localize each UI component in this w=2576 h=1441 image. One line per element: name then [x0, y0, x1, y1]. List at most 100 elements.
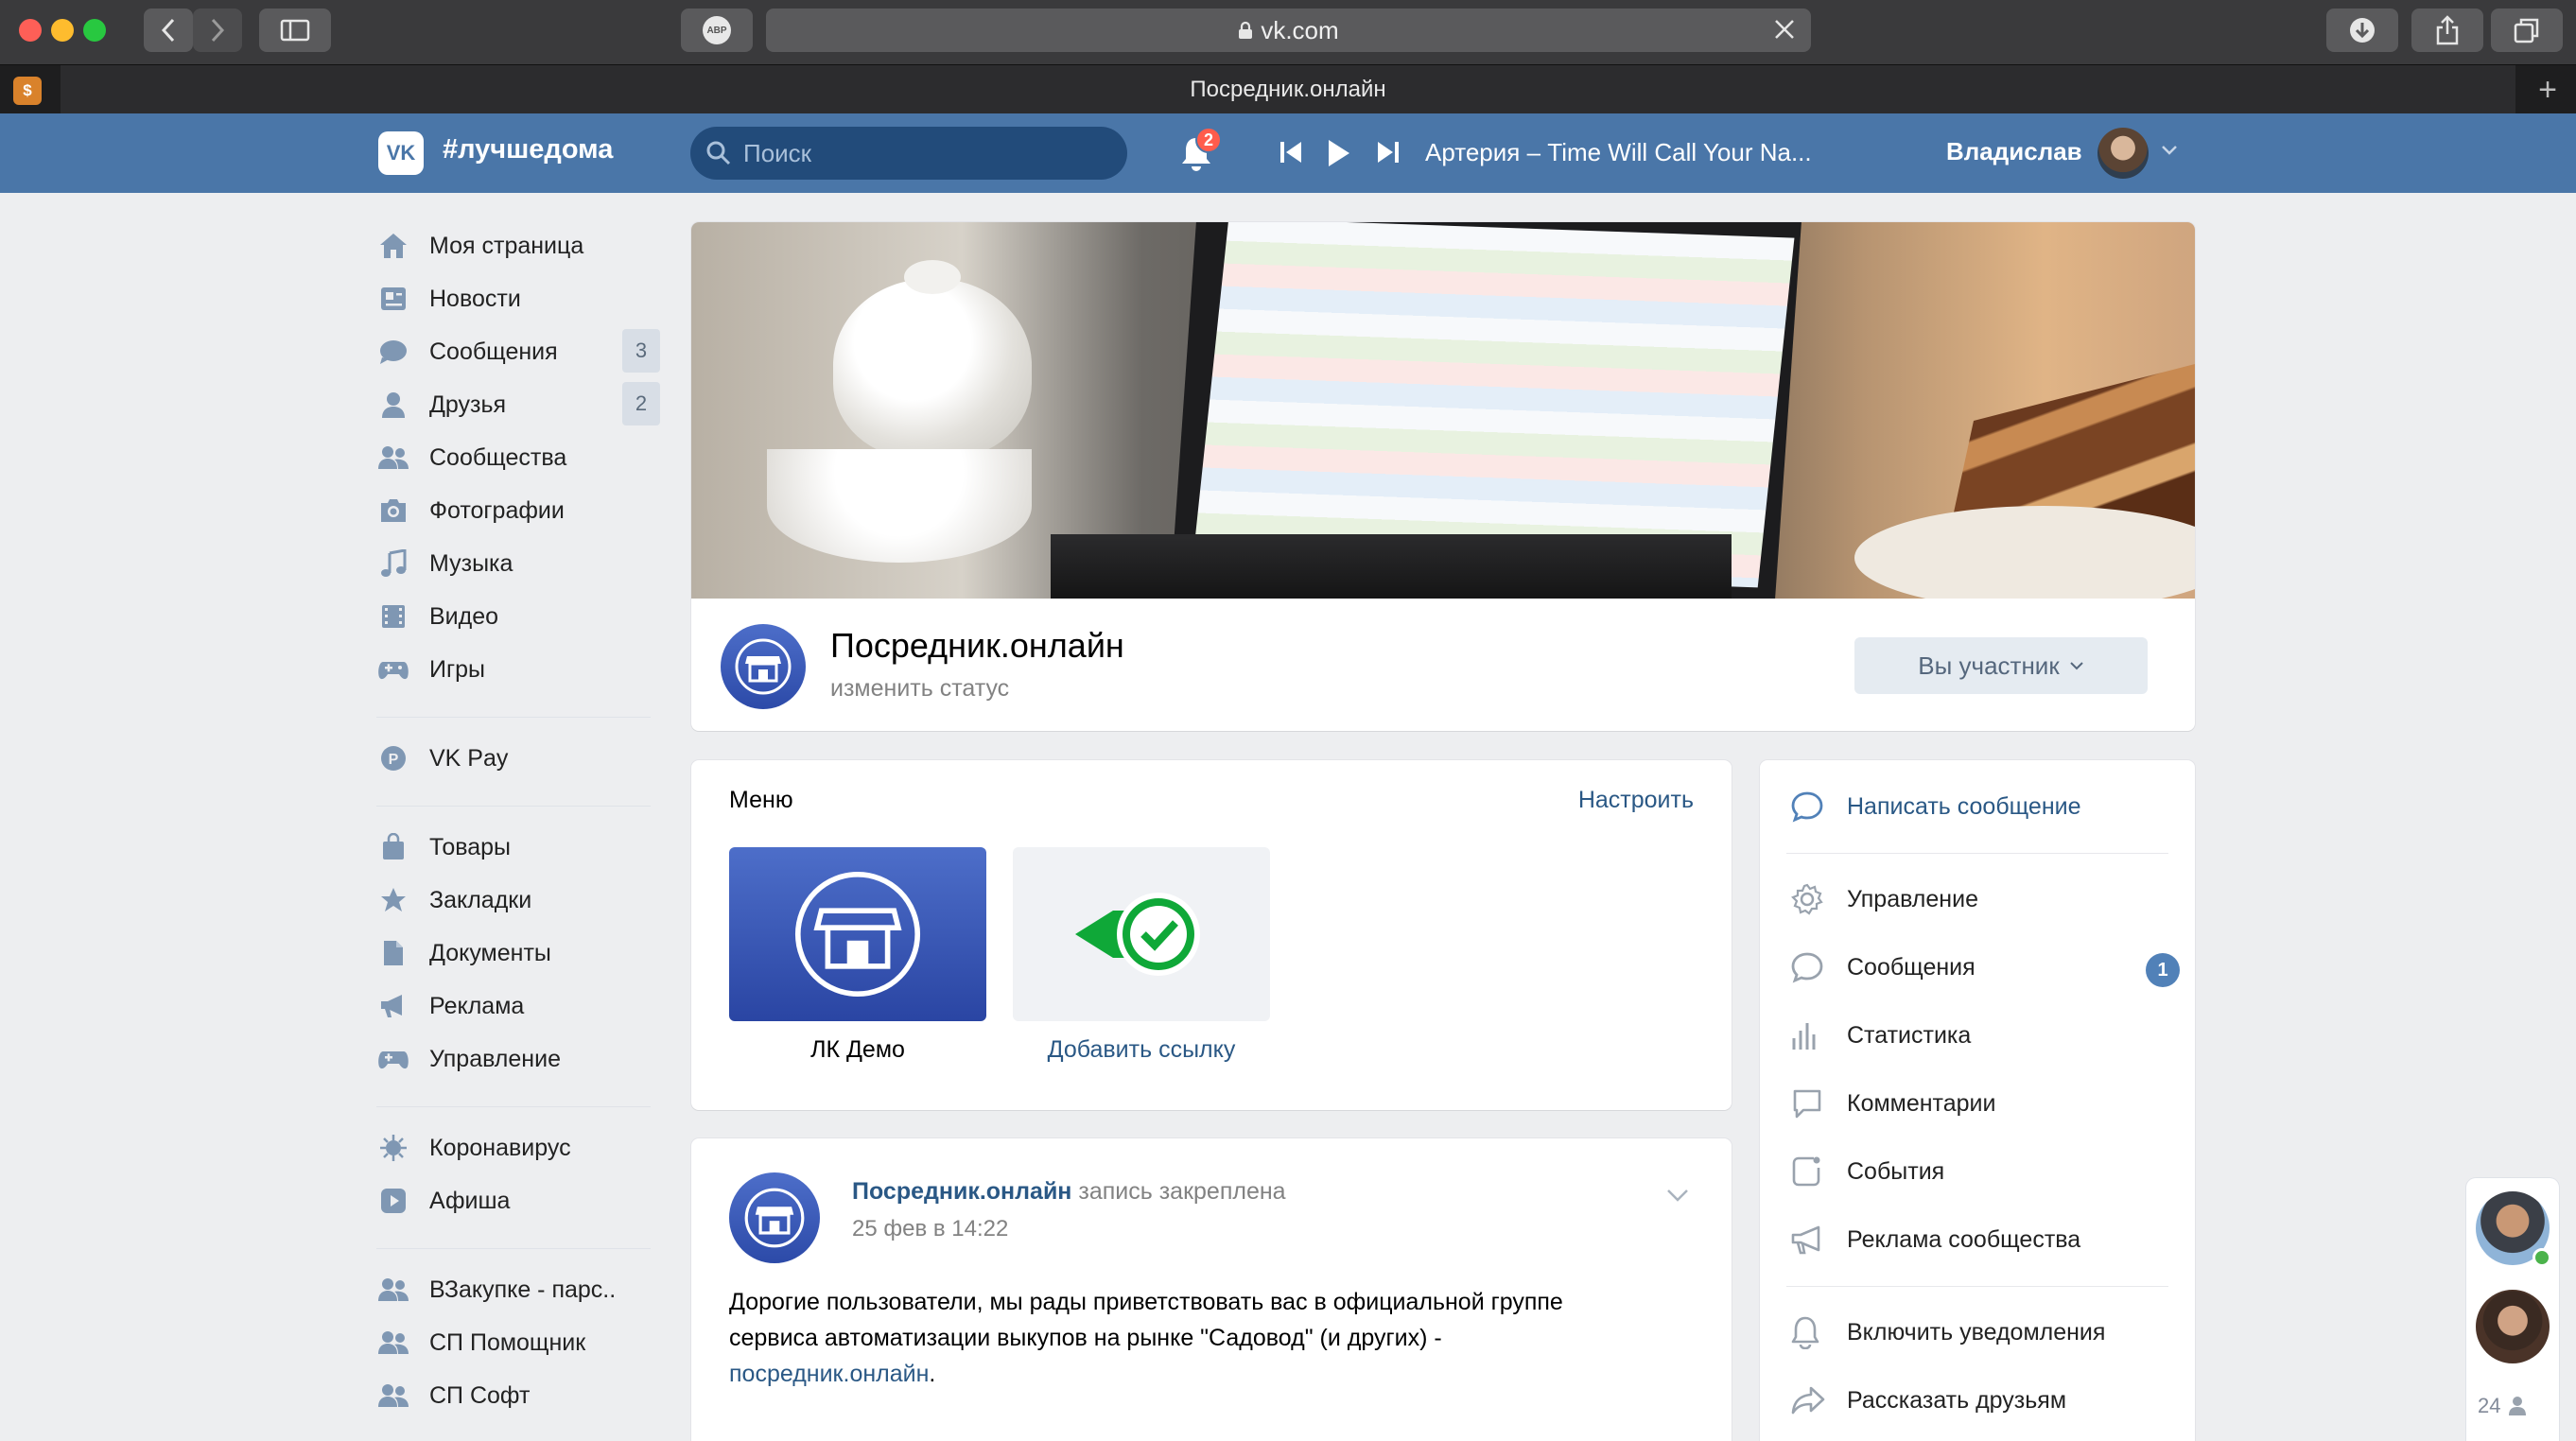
menu-title: Меню — [729, 787, 793, 813]
sidebar-item-messages[interactable]: Сообщения 3 — [376, 329, 660, 373]
action-tell-friends[interactable]: Рассказать друзьям — [1790, 1379, 2206, 1422]
svg-text:P: P — [389, 752, 399, 768]
sidebar-item-photos[interactable]: Фотографии — [376, 492, 660, 530]
group-name: Посредник.онлайн — [830, 626, 1124, 665]
action-comments[interactable]: Комментарии — [1790, 1082, 2206, 1125]
sidebar-item-video[interactable]: Видео — [376, 598, 660, 635]
search-icon — [706, 141, 731, 165]
sidebar-item-label: Документы — [429, 939, 551, 966]
menu-configure-link[interactable]: Настроить — [1578, 787, 1694, 814]
sidebar-item-documents[interactable]: Документы — [376, 934, 660, 972]
sidebar-item-label: Реклама — [429, 992, 525, 1019]
back-button[interactable] — [144, 9, 193, 52]
now-playing-track[interactable]: Артерия – Time Will Call Your Na... — [1425, 138, 1812, 167]
sidebar-item-my-page[interactable]: Моя страница — [376, 227, 660, 265]
user-avatar[interactable] — [2097, 128, 2149, 179]
user-name[interactable]: Владислав — [1946, 137, 2082, 166]
megaphone-icon — [1790, 1224, 1832, 1256]
sidebar-item-games[interactable]: Игры — [376, 651, 660, 688]
new-tab-button[interactable]: + — [2519, 65, 2576, 114]
sidebar-item-label: Моя страница — [429, 232, 584, 259]
tabs-icon — [2514, 18, 2539, 43]
sidebar-item-vzakupke[interactable]: ВЗакупке - парс.. — [376, 1271, 660, 1309]
messages-count-badge: 3 — [622, 329, 660, 373]
plate-illustration — [1854, 506, 2195, 599]
action-enable-notifications[interactable]: Включить уведомления — [1790, 1311, 2206, 1354]
menu-item-label[interactable]: Добавить ссылку — [1013, 1036, 1270, 1064]
group-status-edit[interactable]: изменить статус — [830, 675, 1009, 703]
sidebar-item-sp-helper[interactable]: СП Помощник — [376, 1324, 660, 1362]
menu-item-label[interactable]: ЛК Демо — [729, 1036, 986, 1064]
action-manage[interactable]: Управление — [1790, 877, 2206, 921]
adblock-button[interactable]: ABP — [681, 9, 753, 52]
play-icon[interactable] — [1326, 138, 1350, 168]
lock-icon — [1239, 21, 1253, 39]
sidebar-item-communities[interactable]: Сообщества — [376, 439, 660, 477]
minimize-window-button[interactable] — [51, 19, 74, 42]
sidebar-item-news[interactable]: Новости — [376, 280, 660, 318]
action-messages[interactable]: Сообщения 1 — [1790, 946, 2206, 989]
tabs-overview-button[interactable] — [2491, 9, 2563, 52]
sidebar-divider — [376, 717, 651, 718]
close-window-button[interactable] — [19, 19, 42, 42]
post-date[interactable]: 25 фев в 14:22 — [852, 1216, 1008, 1242]
gamepad-icon — [376, 1042, 410, 1076]
sidebar-item-label: ВЗакупке - парс.. — [429, 1276, 617, 1303]
tab-active[interactable]: Посредник.онлайн — [61, 65, 2515, 114]
zoom-window-button[interactable] — [83, 19, 106, 42]
sidebar-item-goods[interactable]: Товары — [376, 828, 660, 866]
action-statistics[interactable]: Статистика — [1790, 1014, 2206, 1057]
chevron-down-icon — [2070, 662, 2083, 670]
write-message-button[interactable]: Написать сообщение — [1790, 785, 2206, 828]
sidebar-item-vkpay[interactable]: P VK Pay — [376, 739, 660, 777]
chevron-down-icon[interactable] — [2160, 142, 2179, 157]
sidebar-item-coronavirus[interactable]: Коронавирус — [376, 1129, 660, 1167]
sidebar-item-bookmarks[interactable]: Закладки — [376, 881, 660, 919]
menu-item-lk-demo[interactable] — [729, 847, 986, 1021]
sidebar-item-events[interactable]: Афиша — [376, 1182, 660, 1220]
actions-divider — [1786, 853, 2168, 854]
action-events[interactable]: События — [1790, 1150, 2206, 1193]
action-label: Сообщения — [1847, 953, 1976, 981]
stats-icon — [1790, 1019, 1832, 1051]
address-bar[interactable]: vk.com — [766, 9, 1811, 52]
messages-icon — [376, 335, 410, 369]
sidebar-item-sp-soft[interactable]: СП Софт — [376, 1377, 660, 1415]
online-friends-counter[interactable]: 24 — [2478, 1394, 2527, 1418]
chat-avatar[interactable] — [2476, 1290, 2550, 1363]
downloads-button[interactable] — [2326, 9, 2398, 52]
friends-icon — [376, 388, 410, 422]
post-author-avatar[interactable] — [729, 1172, 820, 1263]
sidebar-item-friends[interactable]: Друзья 2 — [376, 382, 660, 425]
cup-illustration — [767, 449, 1032, 563]
sidebar-item-label: Видео — [429, 602, 499, 630]
post-author-link[interactable]: Посредник.онлайн — [852, 1178, 1071, 1205]
sidebar-item-music[interactable]: Музыка — [376, 545, 660, 582]
previous-track-icon[interactable] — [1279, 138, 1303, 166]
menu-item-add-link[interactable] — [1013, 847, 1270, 1021]
share-page-button[interactable] — [2411, 9, 2483, 52]
sidebar-item-manage[interactable]: Управление — [376, 1040, 660, 1078]
forward-button[interactable] — [193, 9, 242, 52]
group-actions-card: Написать сообщение Управление Сообщения … — [1760, 760, 2195, 1441]
gear-icon — [1790, 882, 1832, 916]
vk-logo-icon[interactable]: VK — [378, 131, 424, 175]
person-icon — [2509, 1397, 2527, 1415]
search-placeholder: Поиск — [743, 138, 812, 167]
action-ads[interactable]: Реклама сообщества — [1790, 1218, 2206, 1261]
sidebar-icon — [280, 19, 310, 42]
sidebar-item-label: Сообщества — [429, 443, 567, 471]
sidebar-toggle-button[interactable] — [259, 9, 331, 52]
vkpay-icon: P — [376, 741, 410, 775]
clear-address-icon[interactable] — [1771, 16, 1798, 43]
header-hashtag[interactable]: #лучшедома — [443, 134, 613, 165]
next-track-icon[interactable] — [1376, 138, 1401, 166]
community-app-icon — [376, 1326, 410, 1360]
post-site-link[interactable]: посредник.онлайн — [729, 1361, 929, 1387]
sidebar-item-label: СП Софт — [429, 1381, 531, 1409]
events-play-icon — [376, 1184, 410, 1218]
membership-button[interactable]: Вы участник — [1854, 637, 2148, 694]
chevron-down-icon[interactable] — [1665, 1188, 1690, 1203]
search-input[interactable]: Поиск — [690, 127, 1127, 180]
sidebar-item-ads[interactable]: Реклама — [376, 987, 660, 1025]
